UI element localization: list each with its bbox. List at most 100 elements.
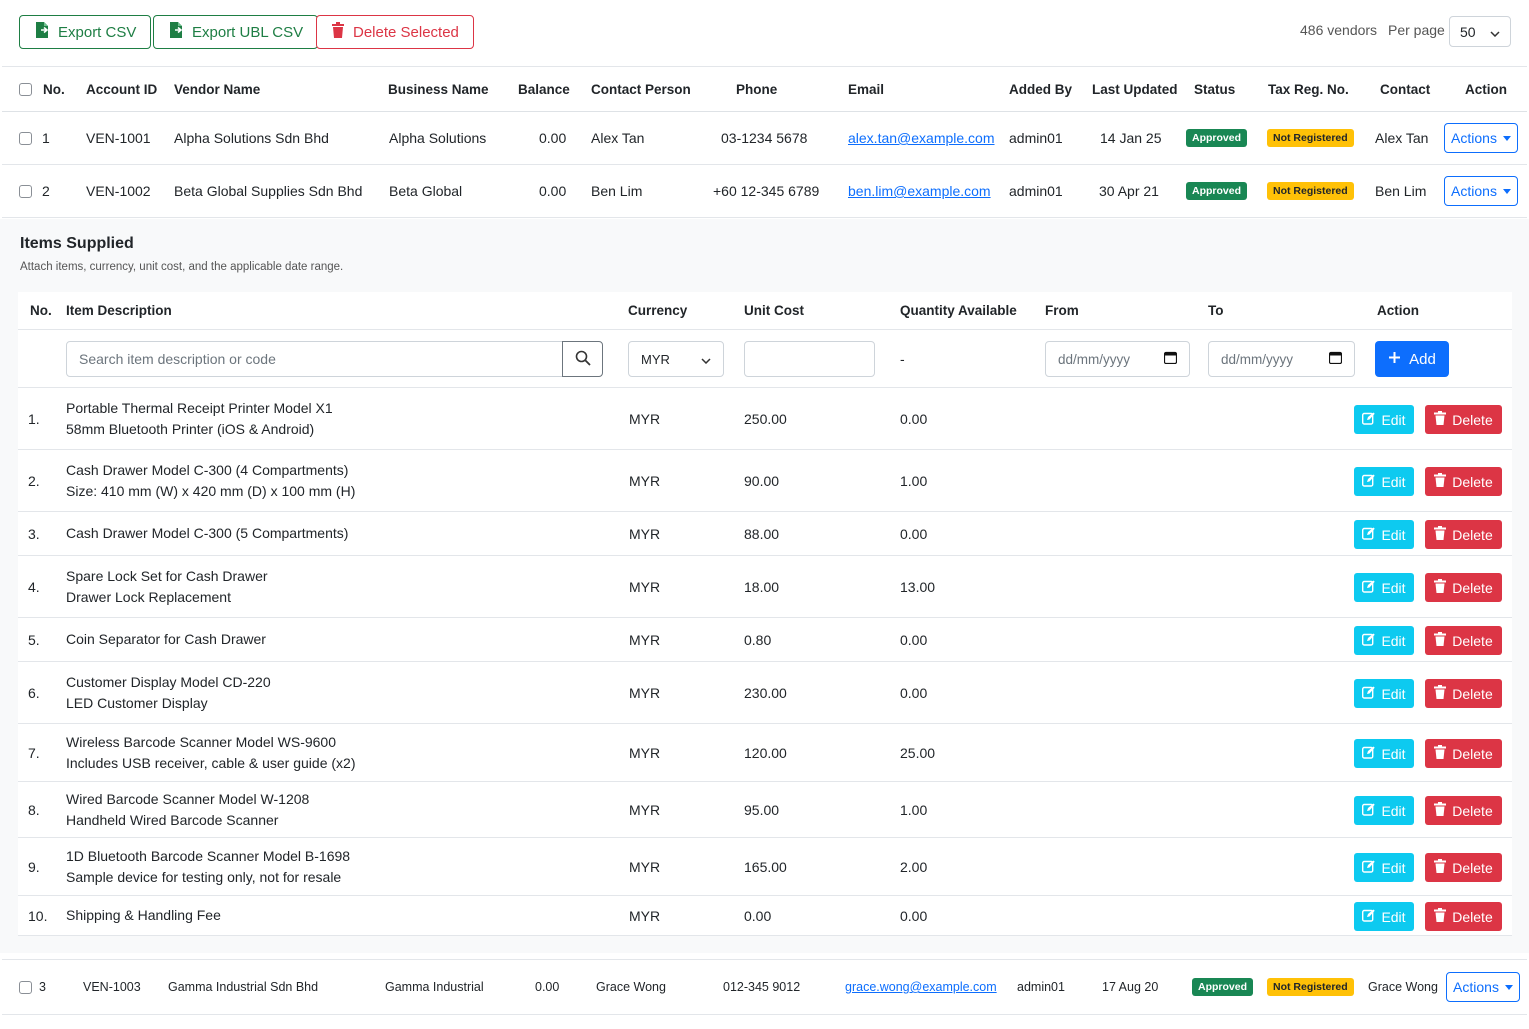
currency-select[interactable]: MYR	[628, 341, 724, 377]
item-unit-cost: 165.00	[744, 858, 787, 875]
export-ubl-csv-label: Export UBL CSV	[192, 23, 304, 41]
edit-icon	[1362, 909, 1376, 925]
item-quantity: 1.00	[900, 472, 928, 489]
item-detail: Sample device for testing only, not for …	[66, 868, 342, 885]
trash-icon	[1434, 526, 1447, 543]
actions-dropdown-button[interactable]: Actions	[1446, 972, 1520, 1002]
delete-item-button[interactable]: Delete	[1425, 796, 1502, 825]
items-supplied-subtitle: Attach items, currency, unit cost, and t…	[20, 261, 344, 273]
calendar-icon[interactable]	[1163, 351, 1178, 367]
item-detail: Includes USB receiver, cable & user guid…	[66, 754, 356, 771]
added-by: admin01	[1009, 130, 1063, 146]
col-to: To	[1208, 303, 1224, 318]
actions-dropdown-button[interactable]: Actions	[1444, 123, 1518, 153]
delete-label: Delete	[1452, 859, 1493, 876]
edit-label: Edit	[1381, 745, 1406, 762]
item-name: Wired Barcode Scanner Model W-1208	[66, 790, 310, 807]
contact-person: Ben Lim	[591, 183, 643, 199]
item-detail: Handheld Wired Barcode Scanner	[66, 811, 279, 828]
from-date-placeholder: dd/mm/yyyy	[1058, 351, 1131, 367]
delete-item-button[interactable]: Delete	[1425, 679, 1502, 708]
item-description: Coin Separator for Cash Drawer	[66, 618, 266, 661]
row-checkbox[interactable]	[19, 980, 32, 994]
edit-icon	[1362, 412, 1376, 428]
actions-dropdown-button[interactable]: Actions	[1444, 176, 1518, 206]
item-currency: MYR	[629, 801, 661, 818]
edit-item-button[interactable]: Edit	[1354, 573, 1414, 602]
item-currency: MYR	[629, 907, 661, 924]
select-all-checkbox[interactable]	[19, 82, 32, 96]
item-search-input[interactable]: Search item description or code	[66, 341, 563, 377]
contact: Ben Lim	[1375, 183, 1427, 199]
to-date-placeholder: dd/mm/yyyy	[1221, 351, 1294, 367]
item-detail: Drawer Lock Replacement	[66, 588, 231, 605]
tax-reg-badge: Not Registered	[1267, 182, 1354, 200]
item-row: 7. Wireless Barcode Scanner Model WS-9600…	[18, 724, 1512, 782]
delete-item-button[interactable]: Delete	[1425, 405, 1502, 434]
add-item-button[interactable]: Add	[1375, 341, 1449, 377]
vendor-row[interactable]: 2 VEN-1002 Beta Global Supplies Sdn Bhd …	[2, 165, 1527, 218]
delete-item-button[interactable]: Delete	[1425, 739, 1502, 768]
delete-item-button[interactable]: Delete	[1425, 467, 1502, 496]
col-contact-person: Contact Person	[591, 81, 691, 97]
calendar-icon[interactable]	[1328, 351, 1343, 367]
per-page-select[interactable]: 50	[1449, 16, 1511, 47]
delete-item-button[interactable]: Delete	[1425, 520, 1502, 549]
actions-label: Actions	[1453, 979, 1499, 995]
col-last-updated: Last Updated	[1092, 81, 1178, 97]
to-date-input[interactable]: dd/mm/yyyy	[1208, 341, 1355, 377]
edit-item-button[interactable]: Edit	[1354, 679, 1414, 708]
edit-item-button[interactable]: Edit	[1354, 520, 1414, 549]
contact: Alex Tan	[1375, 130, 1429, 146]
export-ubl-csv-button[interactable]: Export UBL CSV	[153, 15, 319, 49]
edit-item-button[interactable]: Edit	[1354, 626, 1414, 655]
email-link[interactable]: grace.wong@example.com	[845, 960, 997, 1014]
vendor-row[interactable]: 3 VEN-1003 Gamma Industrial Sdn Bhd Gamm…	[2, 959, 1527, 1015]
edit-label: Edit	[1381, 859, 1406, 876]
edit-item-button[interactable]: Edit	[1354, 853, 1414, 882]
item-row: 10. Shipping & Handling Fee MYR 0.00 0.00 Edi…	[18, 896, 1512, 936]
delete-item-button[interactable]: Delete	[1425, 573, 1502, 602]
delete-selected-label: Delete Selected	[353, 23, 459, 41]
delete-selected-button[interactable]: Delete Selected	[316, 15, 474, 49]
edit-item-button[interactable]: Edit	[1354, 467, 1414, 496]
edit-item-button[interactable]: Edit	[1354, 739, 1414, 768]
col-action: Action	[1465, 81, 1507, 97]
edit-item-button[interactable]: Edit	[1354, 902, 1414, 931]
item-quantity: 0.00	[900, 684, 928, 701]
item-row: 4. Spare Lock Set for Cash Drawer Drawer L…	[18, 556, 1512, 618]
delete-item-button[interactable]: Delete	[1425, 902, 1502, 931]
row-checkbox[interactable]	[19, 131, 32, 145]
delete-item-button[interactable]: Delete	[1425, 626, 1502, 655]
from-date-input[interactable]: dd/mm/yyyy	[1045, 341, 1190, 377]
col-from: From	[1045, 303, 1079, 318]
item-quantity: 0.00	[900, 410, 928, 427]
trash-icon	[1434, 745, 1447, 762]
export-csv-button[interactable]: Export CSV	[19, 15, 152, 49]
item-currency: MYR	[629, 684, 661, 701]
search-button[interactable]	[562, 341, 603, 377]
vendor-row[interactable]: 1 VEN-1001 Alpha Solutions Sdn Bhd Alpha…	[2, 112, 1527, 165]
account-id: VEN-1001	[86, 130, 151, 146]
col-status: Status	[1194, 81, 1236, 97]
delete-item-button[interactable]: Delete	[1425, 853, 1502, 882]
account-id: VEN-1002	[86, 183, 151, 199]
edit-label: Edit	[1381, 632, 1406, 649]
col-quantity: Quantity Available	[900, 303, 1017, 318]
item-no: 8.	[28, 801, 40, 818]
edit-item-button[interactable]: Edit	[1354, 796, 1414, 825]
edit-item-button[interactable]: Edit	[1354, 405, 1414, 434]
col-no: No.	[30, 303, 52, 318]
unit-cost-input[interactable]	[744, 341, 875, 377]
item-description: Cash Drawer Model C-300 (5 Compartments)	[66, 512, 348, 555]
edit-icon	[1362, 860, 1376, 876]
email-link[interactable]: ben.lim@example.com	[848, 165, 991, 217]
col-balance: Balance	[518, 81, 570, 97]
vendor-table-header: No. Account ID Vendor Name Business Name…	[2, 66, 1527, 112]
email-link[interactable]: alex.tan@example.com	[848, 112, 995, 164]
contact-person: Alex Tan	[591, 130, 645, 146]
contact-person: Grace Wong	[596, 980, 666, 994]
item-detail: LED Customer Display	[66, 694, 208, 711]
row-checkbox[interactable]	[19, 184, 32, 198]
delete-label: Delete	[1452, 632, 1493, 649]
